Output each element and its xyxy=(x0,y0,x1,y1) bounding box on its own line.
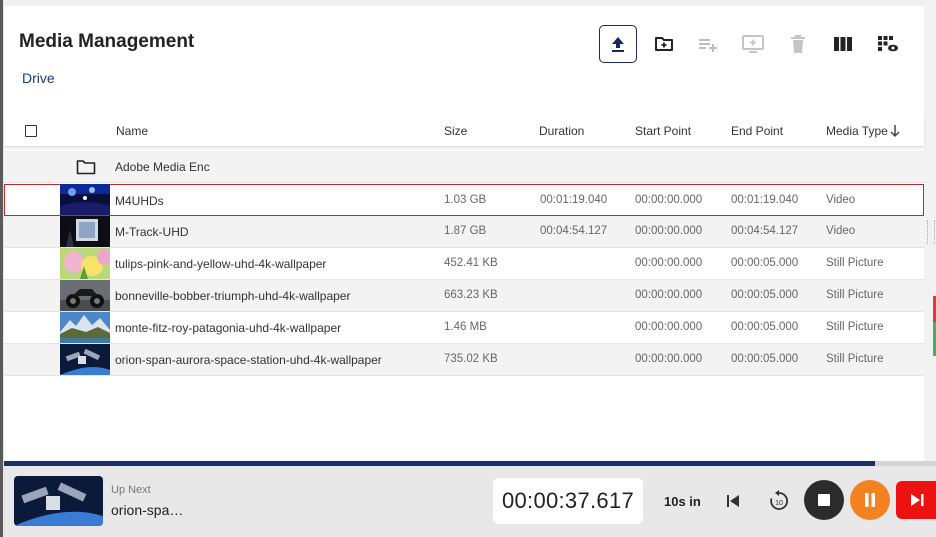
left-edge xyxy=(0,0,3,537)
media-size: 452.41 KB xyxy=(444,257,498,269)
table-row-folder[interactable]: Adobe Media Enc xyxy=(4,151,924,183)
grid-eye-icon xyxy=(878,36,898,52)
media-start: 00:00:00.000 xyxy=(635,225,703,237)
media-start: 00:00:00.000 xyxy=(635,289,703,301)
media-type: Still Picture xyxy=(826,353,884,365)
media-start: 00:00:00.000 xyxy=(635,353,703,365)
add-folder-button[interactable] xyxy=(645,25,683,63)
delete-button[interactable] xyxy=(779,25,817,63)
media-end: 00:00:05.000 xyxy=(731,353,799,365)
columns-icon xyxy=(834,37,852,51)
add-to-playlist-button[interactable] xyxy=(689,25,727,63)
stop-button[interactable] xyxy=(804,480,844,520)
replay-10-button[interactable]: 10 xyxy=(766,488,792,514)
col-name-header[interactable]: Name xyxy=(116,124,148,138)
stop-icon xyxy=(818,494,830,506)
up-next-label: Up Next xyxy=(111,484,151,496)
thumbnail-track xyxy=(60,216,110,247)
media-start: 00:00:00.000 xyxy=(635,321,703,333)
pause-button[interactable] xyxy=(850,480,890,520)
media-type: Still Picture xyxy=(826,321,884,333)
monitor-plus-icon xyxy=(742,35,764,53)
column-view-button[interactable] xyxy=(824,25,862,63)
col-type-header[interactable]: Media Type xyxy=(826,124,888,138)
folder-plus-icon xyxy=(655,37,673,51)
folder-name: Adobe Media Enc xyxy=(115,160,210,174)
media-name: bonneville-bobber-triumph-uhd-4k-wallpap… xyxy=(115,289,351,303)
media-end: 00:04:54.127 xyxy=(731,225,799,237)
skip-next-button[interactable] xyxy=(896,481,936,519)
skip-next-icon xyxy=(911,494,924,506)
media-size: 1.87 GB xyxy=(444,225,487,237)
table-row[interactable]: tulips-pink-and-yellow-uhd-4k-wallpaper … xyxy=(4,248,924,280)
svg-text:10: 10 xyxy=(775,500,783,507)
media-type: Still Picture xyxy=(826,289,884,301)
up-next-name: orion-spa… xyxy=(111,502,184,518)
media-type: Video xyxy=(826,194,856,206)
media-size: 735.02 KB xyxy=(444,353,498,365)
media-end: 00:00:05.000 xyxy=(731,257,799,269)
media-size: 1.03 GB xyxy=(444,194,487,206)
table-row[interactable]: M4UHDs 1.03 GB 00:01:19.040 00:00:00.000… xyxy=(4,184,924,216)
thumbnail-motorcycle xyxy=(60,280,110,311)
breadcrumb-drive[interactable]: Drive xyxy=(22,70,55,86)
pause-icon xyxy=(865,493,875,507)
replay-10-icon: 10 xyxy=(770,490,788,510)
media-name: monte-fitz-roy-patagonia-uhd-4k-wallpape… xyxy=(115,321,342,335)
table-header: Name Size Duration Start Point End Point… xyxy=(4,116,924,147)
media-duration: 00:01:19.040 xyxy=(540,194,608,206)
media-size: 663.23 KB xyxy=(444,289,498,301)
media-duration: 00:04:54.127 xyxy=(540,225,608,237)
thumbnail-mountains xyxy=(60,312,110,343)
upload-button[interactable] xyxy=(599,25,637,63)
thumbnail-space-station xyxy=(60,344,110,375)
media-size: 1.46 MB xyxy=(444,321,487,333)
previous-button[interactable] xyxy=(722,490,744,512)
select-all-checkbox[interactable] xyxy=(25,125,37,137)
playlist-add-icon xyxy=(699,39,717,52)
col-size-header[interactable]: Size xyxy=(444,124,467,138)
media-end: 00:00:05.000 xyxy=(731,321,799,333)
media-name: M-Track-UHD xyxy=(115,225,189,239)
trash-icon xyxy=(791,35,805,53)
table-row[interactable]: monte-fitz-roy-patagonia-uhd-4k-wallpape… xyxy=(4,312,924,344)
table-row[interactable]: M-Track-UHD 1.87 GB 00:04:54.127 00:00:0… xyxy=(4,216,924,248)
previous-icon xyxy=(727,495,739,507)
thumbnail-tulips xyxy=(60,248,110,279)
page-title: Media Management xyxy=(19,31,195,52)
col-end-header[interactable]: End Point xyxy=(731,124,783,138)
media-end: 00:01:19.040 xyxy=(731,194,799,206)
media-name: M4UHDs xyxy=(115,194,164,208)
media-type: Still Picture xyxy=(826,257,884,269)
folder-icon xyxy=(76,160,96,175)
col-start-header[interactable]: Start Point xyxy=(635,124,691,138)
table-row[interactable]: bonneville-bobber-triumph-uhd-4k-wallpap… xyxy=(4,280,924,312)
col-duration-header[interactable]: Duration xyxy=(539,124,584,138)
player-bar: Up Next orion-spa… 00:00:37.617 10s in 1… xyxy=(4,466,936,537)
up-next-thumbnail[interactable] xyxy=(14,476,103,526)
skip-in-label[interactable]: 10s in xyxy=(664,494,701,509)
arrow-down-icon[interactable] xyxy=(889,124,901,138)
upload-icon xyxy=(612,37,624,52)
send-to-screen-button[interactable] xyxy=(734,25,772,63)
grid-preview-button[interactable] xyxy=(869,25,907,63)
media-type: Video xyxy=(826,225,856,237)
table-row[interactable]: orion-span-aurora-space-station-uhd-4k-w… xyxy=(4,344,924,376)
media-name: tulips-pink-and-yellow-uhd-4k-wallpaper xyxy=(115,257,327,271)
timecode-display: 00:00:37.617 xyxy=(493,478,643,524)
media-start: 00:00:00.000 xyxy=(635,194,703,206)
media-end: 00:00:05.000 xyxy=(731,289,799,301)
media-name: orion-span-aurora-space-station-uhd-4k-w… xyxy=(115,353,382,367)
thumbnail-concert xyxy=(60,184,110,215)
media-start: 00:00:00.000 xyxy=(635,257,703,269)
scrollbar-grip[interactable] xyxy=(927,220,935,244)
